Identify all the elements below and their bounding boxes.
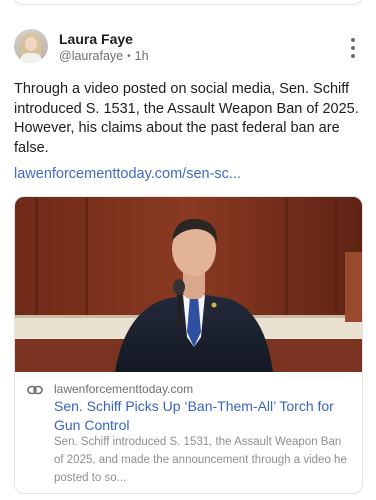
- author-handle[interactable]: @laurafaye: [59, 49, 123, 63]
- avatar[interactable]: [14, 29, 48, 63]
- post-timestamp[interactable]: 1h: [135, 49, 149, 63]
- post-link[interactable]: lawenforcementtoday.com/sen-sc...: [14, 166, 241, 182]
- previous-post-card-edge: [14, 0, 362, 5]
- separator-dot: •: [127, 50, 131, 62]
- link-preview-card[interactable]: lawenforcementtoday.com Sen. Schiff Pick…: [14, 196, 363, 494]
- more-options-button[interactable]: [350, 38, 356, 58]
- link-card-description: Sen. Schiff introduced S. 1531, the Assa…: [54, 436, 347, 484]
- author-meta: @laurafaye • 1h: [59, 49, 149, 63]
- link-icon: [27, 385, 43, 395]
- author-name[interactable]: Laura Faye: [59, 31, 133, 47]
- link-card-domain: lawenforcementtoday.com: [54, 382, 194, 396]
- link-preview-image: [15, 197, 362, 372]
- more-vertical-icon: [351, 38, 355, 42]
- post-header: Laura Faye @laurafaye • 1h: [14, 29, 362, 67]
- link-card-title[interactable]: Sen. Schiff Picks Up ‘Ban-Them-All’ Torc…: [54, 397, 354, 434]
- post-text: Through a video posted on social media, …: [14, 81, 359, 156]
